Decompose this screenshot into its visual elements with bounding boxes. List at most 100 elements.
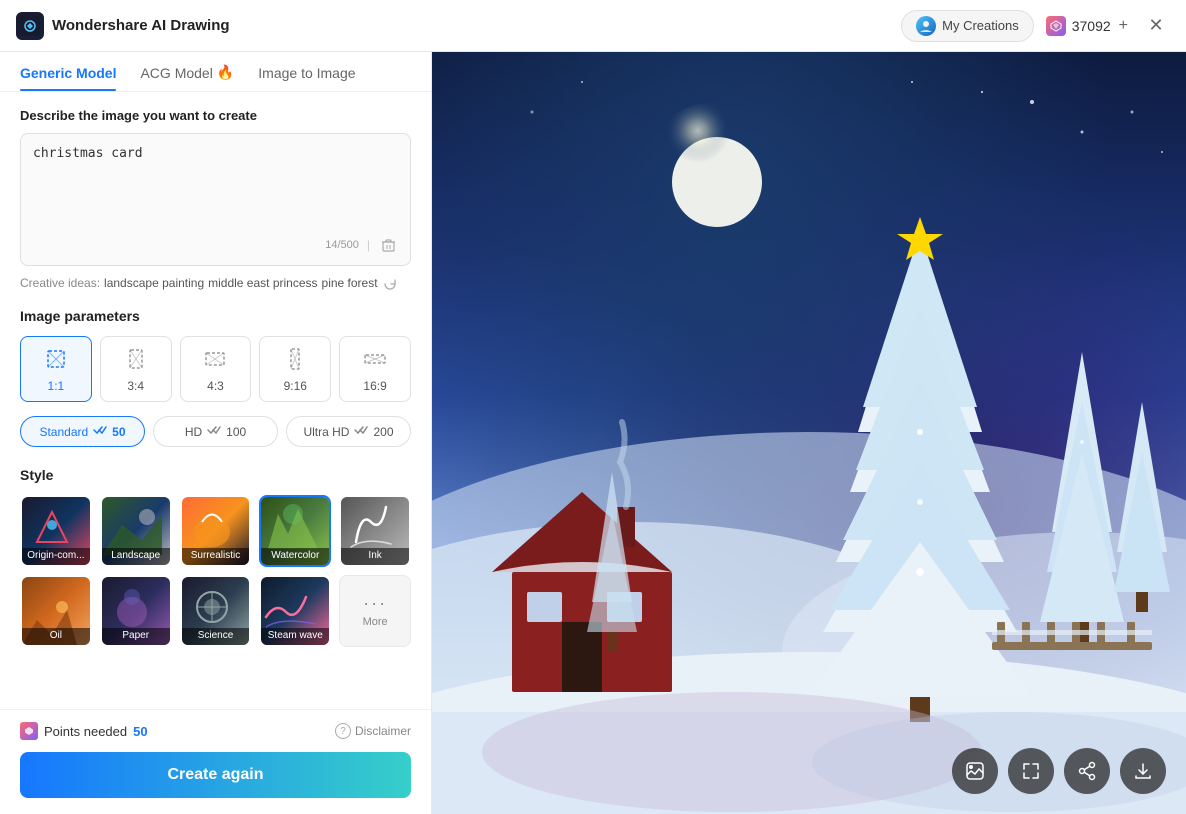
creative-ideas: Creative ideas: landscape painting middl… (20, 276, 411, 292)
style-item-science[interactable]: Science (180, 575, 252, 647)
more-dots-icon: ··· (363, 593, 387, 614)
my-creations-button[interactable]: My Creations (901, 10, 1034, 42)
expand-image-button[interactable] (1008, 748, 1054, 794)
image-actions (952, 748, 1166, 794)
style-name-science: Science (182, 628, 250, 645)
left-panel: Generic Model ACG Model 🔥 Image to Image… (0, 52, 432, 814)
style-name-ink: Ink (341, 548, 409, 565)
title-bar: Wondershare AI Drawing My Creations 3709… (0, 0, 1186, 52)
ratio-grid: 1:1 3:4 (20, 336, 411, 402)
creative-ideas-label: Creative ideas: (20, 276, 100, 290)
ratio-9-16[interactable]: 9:16 (259, 336, 331, 402)
points-row: Points needed 50 ? Disclaimer (20, 722, 411, 740)
points-needed-value: 50 (133, 724, 147, 739)
generated-image-scene (432, 52, 1186, 814)
style-section-title: Style (20, 467, 411, 483)
disclaimer-link[interactable]: ? Disclaimer (335, 723, 411, 739)
ratio-3-4[interactable]: 3:4 (100, 336, 172, 402)
right-panel (432, 52, 1186, 814)
quality-standard-label: Standard (39, 425, 88, 439)
ratio-9-16-label: 9:16 (284, 379, 307, 393)
prompt-section-label: Describe the image you want to create (20, 108, 411, 123)
add-points-button[interactable]: + (1117, 17, 1130, 35)
style-grid: Origin-com... Landscape (20, 495, 411, 647)
bottom-panel: Points needed 50 ? Disclaimer Create aga… (0, 709, 431, 814)
quality-ultrahd-button[interactable]: Ultra HD 200 (286, 416, 411, 447)
panel-body: Describe the image you want to create ch… (0, 92, 431, 709)
share-image-button[interactable] (1064, 748, 1110, 794)
ratio-1-1[interactable]: 1:1 (20, 336, 92, 402)
style-item-landscape[interactable]: Landscape (100, 495, 172, 567)
style-item-oil[interactable]: Oil (20, 575, 92, 647)
style-item-surrealistic[interactable]: Surrealistic (180, 495, 252, 567)
style-name-steamwave: Steam wave (261, 628, 329, 645)
prompt-input[interactable]: christmas card (33, 144, 398, 224)
image-params-title: Image parameters (20, 308, 411, 324)
ratio-4-3[interactable]: 4:3 (180, 336, 252, 402)
edit-image-button[interactable] (952, 748, 998, 794)
tab-image-to-image[interactable]: Image to Image (258, 65, 355, 91)
download-image-button[interactable] (1120, 748, 1166, 794)
ratio-16-9-label: 16:9 (363, 379, 386, 393)
tab-acg-fire-icon: 🔥 (217, 64, 234, 81)
style-more-label: More (363, 616, 388, 628)
disclaimer-icon: ? (335, 723, 351, 739)
create-again-button[interactable]: Create again (20, 752, 411, 798)
char-count: 14/500 (325, 239, 359, 251)
quality-standard-button[interactable]: Standard 50 (20, 416, 145, 447)
ratio-3-4-icon (122, 345, 150, 373)
tab-bar: Generic Model ACG Model 🔥 Image to Image (0, 52, 431, 92)
main-content: Generic Model ACG Model 🔥 Image to Image… (0, 52, 1186, 814)
quality-standard-icon (93, 424, 107, 439)
quality-hd-points: 100 (226, 425, 246, 439)
ratio-1-1-icon (42, 345, 70, 373)
style-name-surrealistic: Surrealistic (182, 548, 250, 565)
quality-row: Standard 50 HD (20, 416, 411, 447)
ratio-1-1-label: 1:1 (48, 379, 65, 393)
prompt-box: christmas card 14/500 | (20, 133, 411, 266)
app-logo (16, 12, 44, 40)
style-item-watercolor[interactable]: Watercolor (259, 495, 331, 567)
points-gem-icon (1046, 16, 1066, 36)
my-creations-label: My Creations (942, 18, 1019, 33)
app-title: Wondershare AI Drawing (52, 17, 230, 34)
style-item-ink[interactable]: Ink (339, 495, 411, 567)
ratio-4-3-icon (201, 345, 229, 373)
header-actions: My Creations 37092 + ✕ (901, 10, 1170, 42)
avatar-icon (916, 16, 936, 36)
ratio-16-9[interactable]: 16:9 (339, 336, 411, 402)
style-more-button[interactable]: ··· More (339, 575, 411, 647)
clear-prompt-button[interactable] (378, 235, 398, 255)
ratio-3-4-label: 3:4 (127, 379, 144, 393)
quality-ultrahd-label: Ultra HD (303, 425, 349, 439)
refresh-creative-button[interactable] (382, 276, 398, 292)
style-item-paper[interactable]: Paper (100, 575, 172, 647)
quality-ultrahd-icon (354, 424, 368, 439)
ratio-4-3-label: 4:3 (207, 379, 224, 393)
style-name-paper: Paper (102, 628, 170, 645)
disclaimer-label: Disclaimer (355, 724, 411, 738)
points-needed-display: Points needed 50 (20, 722, 148, 740)
ratio-9-16-icon (281, 345, 309, 373)
style-item-origin[interactable]: Origin-com... (20, 495, 92, 567)
style-name-origin: Origin-com... (22, 548, 90, 565)
style-item-steamwave[interactable]: Steam wave (259, 575, 331, 647)
tab-acg-model[interactable]: ACG Model 🔥 (140, 64, 234, 91)
style-name-watercolor: Watercolor (261, 548, 329, 565)
creative-tag-1[interactable]: middle east princess (208, 276, 317, 290)
quality-hd-label: HD (185, 425, 202, 439)
points-gem-small-icon (20, 722, 38, 740)
close-button[interactable]: ✕ (1142, 12, 1170, 40)
prompt-footer: 14/500 | (33, 235, 398, 255)
points-number: 37092 (1072, 18, 1111, 34)
quality-standard-points: 50 (112, 425, 125, 439)
style-name-landscape: Landscape (102, 548, 170, 565)
quality-hd-button[interactable]: HD 100 (153, 416, 278, 447)
quality-hd-icon (207, 424, 221, 439)
creative-tag-0[interactable]: landscape painting (104, 276, 204, 290)
ratio-16-9-icon (361, 345, 389, 373)
creative-tag-2[interactable]: pine forest (322, 276, 378, 290)
style-name-oil: Oil (22, 628, 90, 645)
tab-generic-model[interactable]: Generic Model (20, 65, 116, 91)
app-branding: Wondershare AI Drawing (16, 12, 230, 40)
